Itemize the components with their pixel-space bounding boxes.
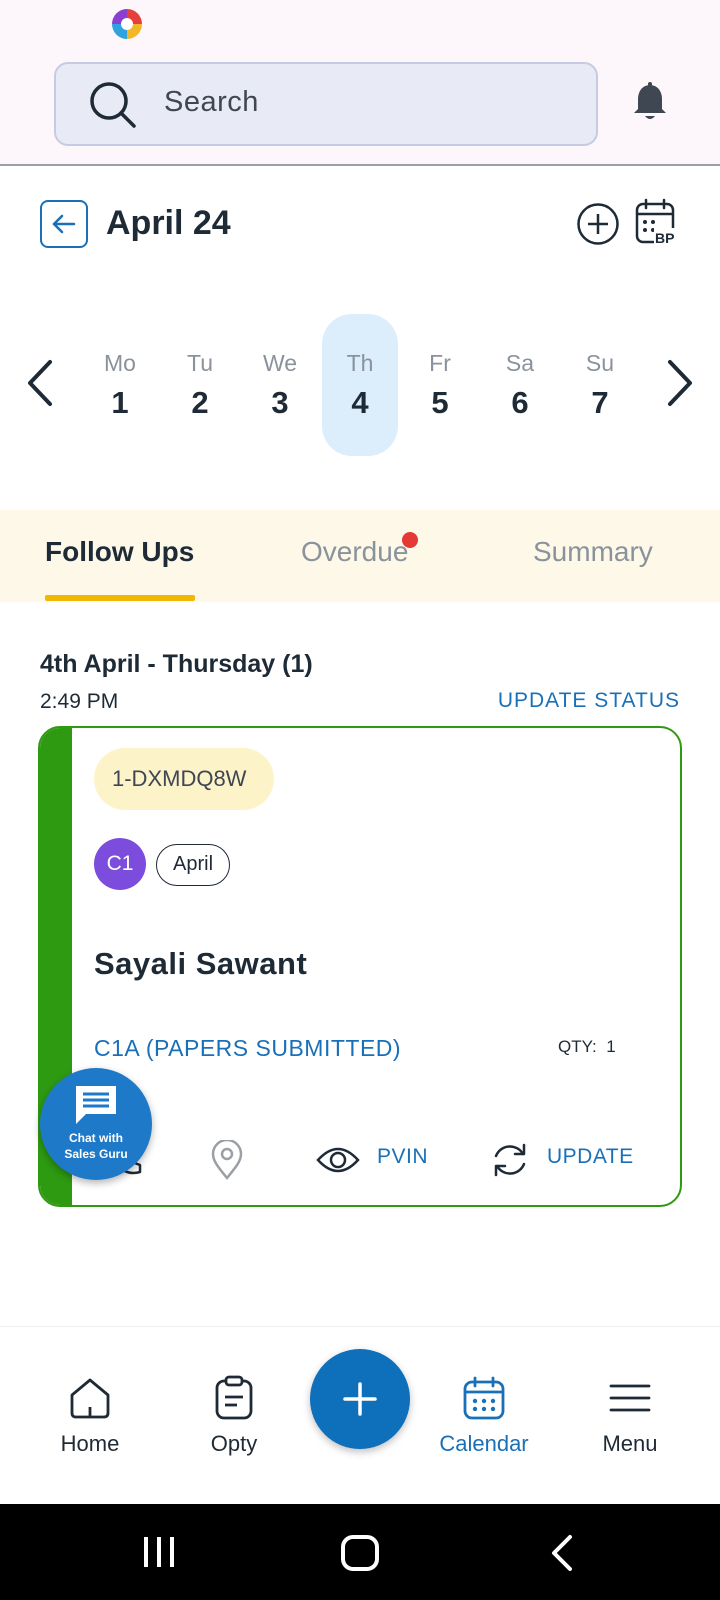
- location-pin-icon[interactable]: [208, 1140, 246, 1180]
- day-date: 3: [271, 385, 289, 420]
- qty-label: QTY: 1: [558, 1037, 616, 1057]
- month-chip: April: [156, 844, 231, 886]
- day-name: Fr: [429, 350, 451, 376]
- page-title: April 24: [106, 204, 231, 242]
- search-icon: [90, 82, 136, 128]
- customer-name: Sayali Sawant: [94, 946, 308, 981]
- date-header: April 24 BP: [0, 190, 720, 260]
- day-th-selected[interactable]: Th 4: [322, 314, 398, 456]
- day-sa[interactable]: Sa 6: [482, 314, 558, 456]
- top-bar: Search: [0, 50, 720, 166]
- back-system-icon[interactable]: [548, 1534, 576, 1572]
- day-su[interactable]: Su 7: [562, 314, 638, 456]
- nav-opty[interactable]: Opty: [174, 1375, 294, 1457]
- home-system-icon[interactable]: [340, 1534, 380, 1572]
- nav-opty-label: Opty: [210, 1431, 258, 1456]
- active-tab-indicator: [45, 595, 195, 601]
- avatar: C1: [94, 838, 146, 890]
- nav-menu-label: Menu: [602, 1431, 658, 1456]
- tab-bar: Follow Ups Overdue Summary: [0, 510, 720, 602]
- chat-fab-label: Chat with Sales Guru: [40, 1130, 152, 1162]
- day-tu[interactable]: Tu 2: [162, 314, 238, 456]
- menu-icon: [609, 1384, 651, 1412]
- day-name: Sa: [505, 350, 535, 376]
- opty-id-badge: 1-DXMDQ8W: [94, 748, 275, 810]
- chat-fab-line2: Sales Guru: [64, 1147, 128, 1161]
- system-nav-bar: [0, 1504, 720, 1600]
- add-circle-icon[interactable]: [576, 202, 620, 246]
- home-icon: [70, 1378, 110, 1419]
- overdue-badge: [402, 532, 418, 548]
- day-date: 1: [111, 385, 129, 420]
- nav-menu[interactable]: Menu: [570, 1375, 690, 1457]
- eye-icon[interactable]: [316, 1140, 360, 1180]
- status-bar: [0, 0, 720, 50]
- day-date: 5: [431, 385, 449, 420]
- day-name: We: [262, 350, 298, 376]
- chat-sales-guru-button[interactable]: Chat with Sales Guru: [40, 1068, 152, 1180]
- nav-calendar[interactable]: Calendar: [424, 1375, 544, 1457]
- update-button[interactable]: UPDATE: [547, 1145, 634, 1169]
- day-name: Su: [585, 350, 615, 376]
- day-name: Tu: [187, 350, 213, 376]
- search-input[interactable]: Search: [54, 62, 598, 146]
- add-fab-button[interactable]: [310, 1349, 410, 1449]
- chevron-right-icon[interactable]: [662, 358, 698, 408]
- day-mo[interactable]: Mo 1: [82, 314, 158, 456]
- qty-label-text: QTY:: [558, 1037, 597, 1056]
- plus-icon: [343, 1382, 377, 1416]
- back-button[interactable]: [40, 200, 88, 248]
- chat-fab-line1: Chat with: [69, 1131, 123, 1145]
- search-placeholder: Search: [164, 86, 259, 118]
- group-title: 4th April - Thursday (1): [40, 650, 313, 678]
- day-name: Th: [346, 350, 374, 376]
- stage-link[interactable]: C1A (PAPERS SUBMITTED): [94, 1035, 401, 1062]
- bottom-nav: Home Opty Calendar Menu: [0, 1326, 720, 1504]
- nav-calendar-label: Calendar: [439, 1431, 529, 1456]
- tab-follow-ups[interactable]: Follow Ups: [45, 536, 194, 568]
- week-strip: Mo 1 Tu 2 We 3 Th 4 Fr 5 Sa 6 Su 7: [0, 314, 720, 456]
- chevron-left-icon[interactable]: [22, 358, 58, 408]
- update-status-link[interactable]: UPDATE STATUS: [498, 689, 680, 713]
- recent-apps-icon[interactable]: [140, 1534, 180, 1570]
- tab-overdue[interactable]: Overdue: [301, 536, 408, 568]
- day-date: 6: [511, 385, 529, 420]
- qty-value: 1: [606, 1037, 616, 1056]
- calendar-icon: [463, 1376, 505, 1420]
- nav-home[interactable]: Home: [30, 1375, 150, 1457]
- refresh-icon[interactable]: [490, 1140, 530, 1180]
- day-date: 7: [591, 385, 609, 420]
- chat-icon: [76, 1086, 116, 1124]
- calendar-bp-icon[interactable]: BP: [634, 198, 680, 246]
- day-fr[interactable]: Fr 5: [402, 314, 478, 456]
- pvin-button[interactable]: PVIN: [377, 1145, 428, 1169]
- tab-summary[interactable]: Summary: [533, 536, 653, 568]
- day-date: 4: [351, 385, 369, 420]
- app-logo-icon: [112, 9, 142, 39]
- bell-icon[interactable]: [632, 82, 668, 122]
- nav-home-label: Home: [60, 1431, 120, 1456]
- day-we[interactable]: We 3: [242, 314, 318, 456]
- day-date: 2: [191, 385, 209, 420]
- followup-time: 2:49 PM: [40, 690, 119, 713]
- clipboard-icon: [215, 1375, 253, 1420]
- arrow-left-icon: [52, 214, 76, 234]
- day-name: Mo: [104, 350, 136, 376]
- svg-text:BP: BP: [655, 230, 674, 246]
